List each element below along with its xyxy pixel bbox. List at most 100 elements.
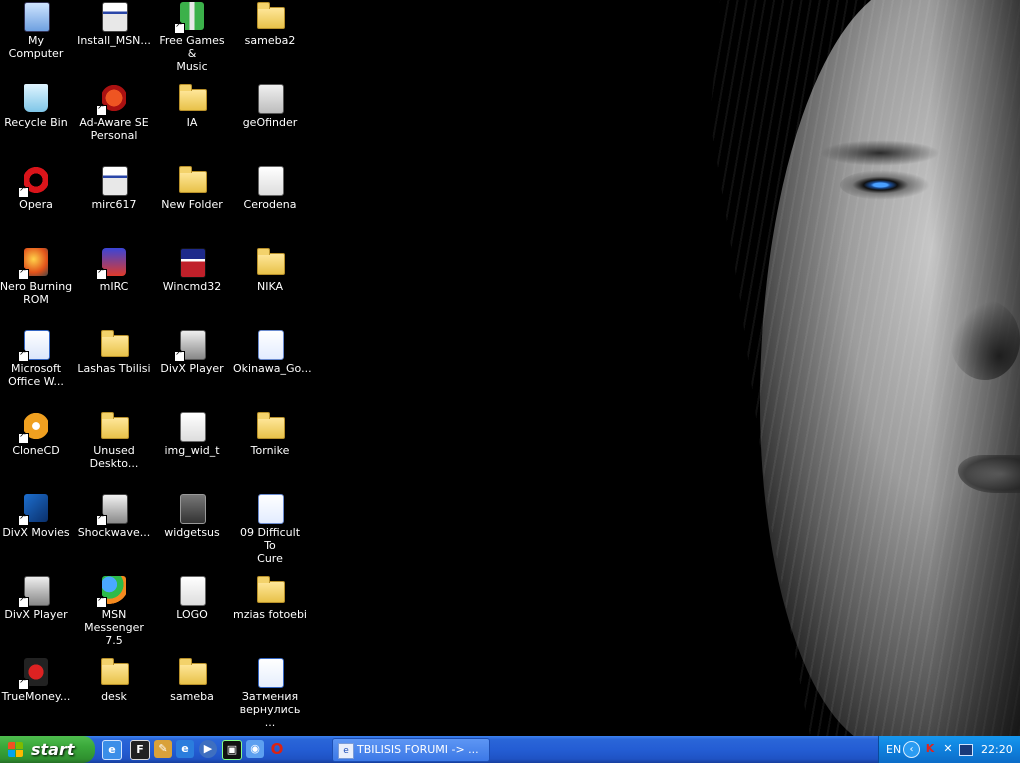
image-viewer-icon <box>254 164 286 196</box>
desktop-icon[interactable]: 09 Difficult To Cure <box>231 492 309 572</box>
desktop-icon-label: mzias fotoebi <box>233 608 307 621</box>
divx-player-icon <box>174 328 208 362</box>
recycle-bin-icon <box>20 82 52 114</box>
mirc-icon <box>96 246 130 280</box>
media-player-icon[interactable]: ▶ <box>199 740 217 758</box>
clock: 22:20 <box>981 743 1013 756</box>
desktop-icon-label: LOGO <box>176 608 208 621</box>
opera-icon[interactable]: O <box>268 740 286 758</box>
desktop-icon[interactable]: widgetsus <box>153 492 231 572</box>
media-file-icon <box>254 492 286 524</box>
desktop-icon[interactable]: Okinawa_Go... <box>231 328 312 408</box>
shortcut-arrow-icon <box>96 594 107 608</box>
media-file-icon <box>254 328 286 360</box>
desktop-icon-label: My Computer <box>8 34 64 60</box>
desktop-icon-label: CloneCD <box>12 444 60 457</box>
desktop-icon-label: Recycle Bin <box>4 116 68 129</box>
desktop-icon[interactable]: mirc617 <box>75 164 153 244</box>
desktop-icon-label: Затмения вернулись ... <box>239 690 301 729</box>
desktop-icon[interactable]: Ad-Aware SE Personal <box>75 82 153 162</box>
desktop-icon[interactable]: Nero Burning ROM <box>0 246 75 326</box>
desktop-icon[interactable]: Lashas Tbilisi <box>75 328 153 408</box>
taskbar-window-button[interactable]: e TBILISIS FORUMI -> ... <box>332 738 490 762</box>
wallpaper-portrait <box>700 0 1020 736</box>
desktop-icon[interactable]: LOGO <box>153 574 231 654</box>
desktop-icon-label: sameba2 <box>244 34 296 47</box>
desktop-icon[interactable]: Shockwave... <box>75 492 153 572</box>
kaspersky-icon[interactable]: K <box>923 742 937 756</box>
folder-icon <box>176 164 208 196</box>
desktop-icon[interactable]: sameba2 <box>231 0 309 80</box>
geo-icon[interactable]: ◉ <box>246 740 264 758</box>
desktop-icon[interactable]: New Folder <box>153 164 231 244</box>
show-hidden-icons-button[interactable]: ‹ <box>903 741 920 758</box>
shortcut-arrow-icon <box>174 20 185 34</box>
desktop-icon-label: Tornike <box>250 444 290 457</box>
folder-icon <box>98 656 130 688</box>
desktop-icon-label: sameba <box>170 690 214 703</box>
terminal-icon[interactable]: ▣ <box>222 740 242 760</box>
start-button[interactable]: start <box>0 736 95 763</box>
desktop-icon[interactable]: MSN Messenger 7.5 <box>75 574 153 654</box>
desktop-icon[interactable]: CloneCD <box>0 410 75 490</box>
language-indicator[interactable]: EN <box>886 736 901 763</box>
shortcut-arrow-icon <box>96 102 107 116</box>
installer-icon <box>98 164 130 196</box>
browser-window-icon: e <box>338 743 354 759</box>
desktop[interactable]: My Computer Recycle Bin Opera Nero Burning … <box>0 0 1020 736</box>
desktop-icon[interactable]: Wincmd32 <box>153 246 231 326</box>
shortcut-arrow-icon <box>18 266 29 280</box>
desktop-icon[interactable]: Cerodena <box>231 164 309 244</box>
desktop-icon[interactable]: Install_MSN... <box>75 0 153 80</box>
desktop-icon-label: mirc617 <box>91 198 137 211</box>
desktop-icon-label: Microsoft Office W... <box>8 362 64 388</box>
internet-explorer-icon[interactable]: e <box>176 740 194 758</box>
desktop-icon[interactable]: Free Games & Music <box>153 0 231 80</box>
truemoney-icon <box>18 656 52 690</box>
phone-icon <box>254 82 286 114</box>
desktop-icon[interactable]: img_wid_t <box>153 410 231 490</box>
wallpaper-eye <box>840 170 930 200</box>
desktop-icon[interactable]: Tornike <box>231 410 309 490</box>
floppy-icon <box>176 246 208 278</box>
desktop-icon[interactable]: DivX Movies <box>0 492 75 572</box>
image-viewer-icon <box>176 574 208 606</box>
folder-icon <box>254 246 286 278</box>
desktop-icon[interactable]: geOfinder <box>231 82 309 162</box>
clonecd-icon <box>18 410 52 444</box>
folder-icon <box>254 0 286 32</box>
desktop-icon-label: mIRC <box>99 280 129 293</box>
folder-icon <box>98 328 130 360</box>
desktop-icon[interactable]: Microsoft Office W... <box>0 328 75 408</box>
desktop-icon[interactable]: TrueMoney... <box>0 656 75 736</box>
shortcut-arrow-icon <box>18 676 29 690</box>
desktop-icon[interactable]: mzias fotoebi <box>231 574 309 654</box>
desktop-icon[interactable]: Затмения вернулись ... <box>231 656 309 736</box>
folder-icon <box>254 410 286 442</box>
desktop-icon[interactable]: sameba <box>153 656 231 736</box>
msn-messenger-icon <box>96 574 130 608</box>
shortcut-arrow-icon <box>174 348 185 362</box>
desktop-icon[interactable]: desk <box>75 656 153 736</box>
desktop-icon[interactable]: mIRC <box>75 246 153 326</box>
desktop-icon[interactable]: DivX Player <box>0 574 75 654</box>
taskbar: start e F ✎ e ▶ ▣ ◉ O e TBILISIS FORUMI … <box>0 736 1020 763</box>
desktop-icon[interactable]: DivX Player <box>153 328 231 408</box>
desktop-icon[interactable]: Opera <box>0 164 75 244</box>
far-manager-icon[interactable]: F <box>130 740 150 760</box>
ie-edit-icon[interactable]: e <box>102 740 122 760</box>
desktop-icon[interactable]: Unused Deskto... <box>75 410 153 490</box>
desktop-icon[interactable]: IA <box>153 82 231 162</box>
monitor-icon[interactable] <box>959 744 973 756</box>
desktop-icon-label: Ad-Aware SE Personal <box>79 116 149 142</box>
desktop-icon[interactable]: My Computer <box>0 0 75 80</box>
desktop-icon-label: Nero Burning ROM <box>0 280 73 306</box>
pencil-icon[interactable]: ✎ <box>154 740 172 758</box>
desktop-icon-label: Opera <box>19 198 53 211</box>
desktop-icon-label: widgetsus <box>164 526 220 539</box>
desktop-icon[interactable]: Recycle Bin <box>0 82 75 162</box>
shortcut-arrow-icon <box>18 594 29 608</box>
desktop-icon[interactable]: NIKA <box>231 246 309 326</box>
adaware-icon <box>96 82 130 116</box>
network-icon[interactable]: ✕ <box>941 742 955 756</box>
